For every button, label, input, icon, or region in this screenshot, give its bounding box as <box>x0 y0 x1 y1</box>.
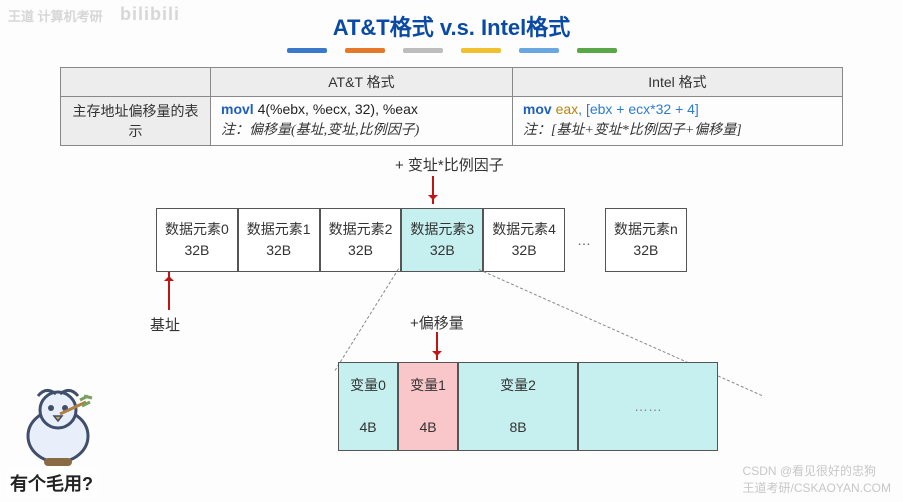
data-element-row: 数据元素032B 数据元素132B 数据元素232B 数据元素332B 数据元素… <box>156 208 687 272</box>
th-att: AT&T 格式 <box>211 68 513 97</box>
cell-e4: 数据元素432B <box>483 208 565 272</box>
ellipsis-top: … <box>565 232 605 248</box>
att-kw: movl <box>221 101 254 117</box>
cell-intel: mov eax, [ebx + ecx*32 + 4] 注：[基址+变址*比例因… <box>512 97 842 146</box>
comparison-table: AT&T 格式 Intel 格式 主存地址偏移量的表示 movl 4(%ebx,… <box>0 53 903 146</box>
memory-diagram: + 变址*比例因子 数据元素032B 数据元素132B 数据元素232B 数据元… <box>0 154 903 484</box>
label-offset: +偏移量 <box>410 312 464 333</box>
cell-e2: 数据元素232B <box>320 208 402 272</box>
th-intel: Intel 格式 <box>512 68 842 97</box>
cell-v0: 变量04B <box>338 362 398 451</box>
arrow-up-base <box>168 272 170 310</box>
cell-e3-highlight: 数据元素332B <box>401 208 483 272</box>
cell-dots: …… <box>578 362 718 451</box>
variable-row: 变量04B 变量14B 变量28B …… <box>338 362 718 451</box>
cell-att: movl 4(%ebx, %ecx, 32), %eax 注：偏移量(基址,变址… <box>211 97 513 146</box>
att-note: 注：偏移量(基址,变址,比例因子) <box>221 119 502 139</box>
label-index-scale: + 变址*比例因子 <box>395 154 504 175</box>
cell-e1: 数据元素132B <box>238 208 320 272</box>
row-label: 主存地址偏移量的表示 <box>61 97 211 146</box>
bird-caption: 有个毛用? <box>6 468 97 498</box>
intel-note: 注：[基址+变址*比例因子+偏移量] <box>523 119 832 139</box>
intel-reg: eax <box>552 101 578 117</box>
watermark-top-left2: bilibili <box>120 4 180 25</box>
arrow-down-top <box>432 176 434 204</box>
cell-en: 数据元素n32B <box>605 208 687 272</box>
cell-v2: 变量28B <box>458 362 578 451</box>
intel-rest: , [ebx + ecx*32 + 4] <box>578 101 699 117</box>
cell-v1-highlight: 变量14B <box>398 362 458 451</box>
watermark-top-left1: 王道 计算机考研 <box>8 6 103 25</box>
label-base: 基址 <box>150 314 180 335</box>
att-rest: 4(%ebx, %ecx, 32), %eax <box>254 101 418 117</box>
dash-line-left <box>335 268 399 370</box>
bird-icon <box>8 374 108 474</box>
arrow-down-offset <box>436 332 438 360</box>
watermark-bottom-right: CSDN @看见很好的忠狗 王道考研/CSKAOYAN.COM <box>743 462 891 496</box>
cell-e0: 数据元素032B <box>156 208 238 272</box>
intel-kw: mov <box>523 101 552 117</box>
